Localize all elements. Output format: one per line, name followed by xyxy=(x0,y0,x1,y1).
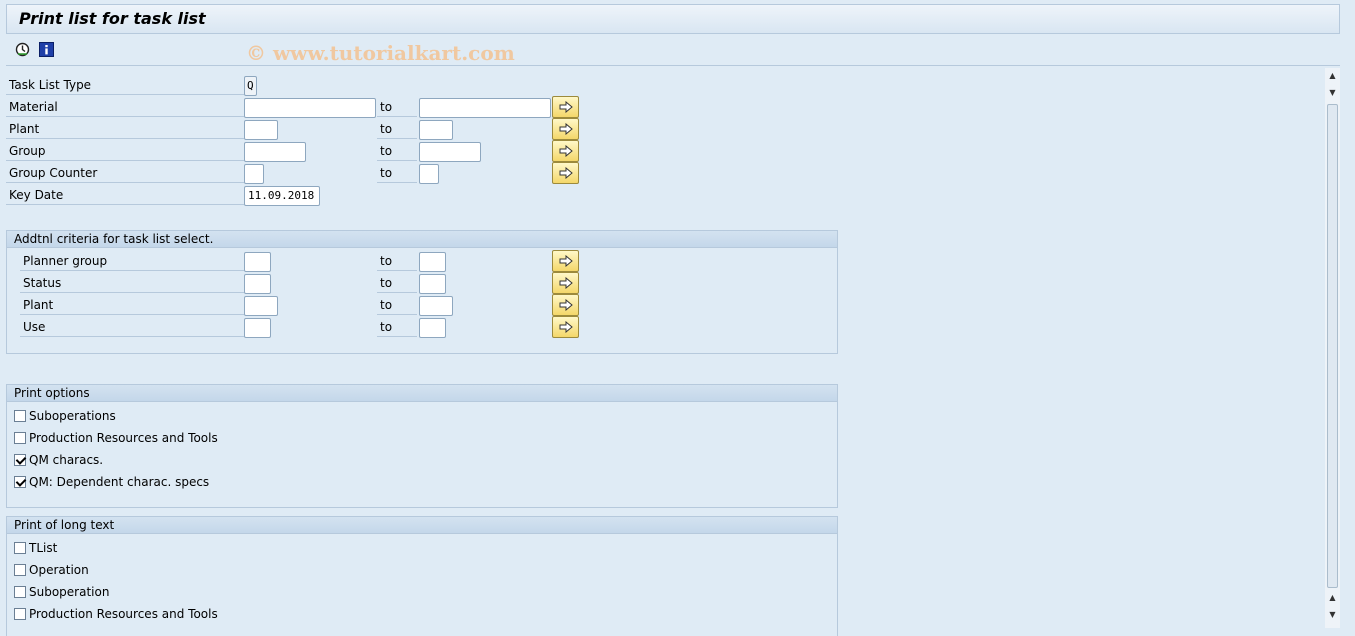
planner-group-to-field[interactable] xyxy=(419,252,446,272)
vertical-scrollbar[interactable]: ▲ ▼ ▲ ▼ xyxy=(1325,68,1340,628)
title-bar: Print list for task list xyxy=(6,4,1340,34)
task-list-type-field[interactable]: Q xyxy=(244,76,257,96)
planner-group-label: Planner group xyxy=(20,252,244,271)
group-counter-from-field[interactable] xyxy=(244,164,264,184)
arrow-right-icon xyxy=(559,101,573,113)
status-from-field[interactable] xyxy=(244,274,271,294)
group-counter-to-field[interactable] xyxy=(419,164,439,184)
arrow-right-icon xyxy=(559,277,573,289)
scroll-page-up-icon[interactable]: ▼ xyxy=(1328,88,1337,97)
qm-dependent-label: QM: Dependent charac. specs xyxy=(29,475,210,489)
qm-characs-label: QM characs. xyxy=(29,453,104,467)
long-text-prt-checkbox[interactable] xyxy=(14,608,26,620)
status-to-field[interactable] xyxy=(419,274,446,294)
print-options-title: Print options xyxy=(7,385,837,402)
plant-from-field[interactable] xyxy=(244,120,278,140)
execute-clock-icon[interactable] xyxy=(15,42,30,57)
status-multiple-selection-button[interactable] xyxy=(552,272,579,294)
scroll-page-down-icon[interactable]: ▲ xyxy=(1328,593,1337,602)
use-multiple-selection-button[interactable] xyxy=(552,316,579,338)
plant-multiple-selection-button[interactable] xyxy=(552,118,579,140)
qm-dependent-checkbox[interactable] xyxy=(14,476,26,488)
material-from-field[interactable] xyxy=(244,98,376,118)
status-to-label: to xyxy=(377,274,417,293)
scroll-down-icon[interactable]: ▼ xyxy=(1328,610,1337,619)
group-counter-label: Group Counter xyxy=(6,164,244,183)
arrow-right-icon xyxy=(559,145,573,157)
key-date-field[interactable]: 11.09.2018 xyxy=(244,186,320,206)
operation-checkbox[interactable] xyxy=(14,564,26,576)
group-multiple-selection-button[interactable] xyxy=(552,140,579,162)
planner-group-to-label: to xyxy=(377,252,417,271)
scrollbar-thumb[interactable] xyxy=(1327,104,1338,588)
addtnl-criteria-title: Addtnl criteria for task list select. xyxy=(7,231,837,248)
plant-to-label: to xyxy=(377,120,417,139)
suboperation-checkbox-row[interactable]: Suboperation xyxy=(14,582,109,602)
scroll-up-icon[interactable]: ▲ xyxy=(1328,71,1337,80)
plant-to-field[interactable] xyxy=(419,120,453,140)
arrow-right-icon xyxy=(559,167,573,179)
watermark: © www.tutorialkart.com xyxy=(246,41,515,65)
plant-label: Plant xyxy=(6,120,244,139)
group-counter-multiple-selection-button[interactable] xyxy=(552,162,579,184)
arrow-right-icon xyxy=(559,299,573,311)
addtnl-plant-to-field[interactable] xyxy=(419,296,453,316)
tlist-checkbox-row[interactable]: TList xyxy=(14,538,57,558)
planner-group-from-field[interactable] xyxy=(244,252,271,272)
use-to-field[interactable] xyxy=(419,318,446,338)
addtnl-plant-to-label: to xyxy=(377,296,417,315)
qm-characs-checkbox-row[interactable]: QM characs. xyxy=(14,450,103,470)
tlist-label: TList xyxy=(29,541,58,555)
material-label: Material xyxy=(6,98,244,117)
suboperations-label: Suboperations xyxy=(29,409,116,423)
group-counter-to-label: to xyxy=(377,164,417,183)
long-text-title: Print of long text xyxy=(7,517,837,534)
status-label: Status xyxy=(20,274,244,293)
suboperations-checkbox-row[interactable]: Suboperations xyxy=(14,406,116,426)
addtnl-plant-label: Plant xyxy=(20,296,244,315)
prt-checkbox[interactable] xyxy=(14,432,26,444)
operation-checkbox-row[interactable]: Operation xyxy=(14,560,89,580)
planner-group-multiple-selection-button[interactable] xyxy=(552,250,579,272)
suboperations-checkbox[interactable] xyxy=(14,410,26,422)
task-list-type-label: Task List Type xyxy=(6,76,244,95)
prt-checkbox-row[interactable]: Production Resources and Tools xyxy=(14,428,218,448)
arrow-right-icon xyxy=(559,123,573,135)
key-date-label: Key Date xyxy=(6,186,244,205)
arrow-right-icon xyxy=(559,321,573,333)
page-title: Print list for task list xyxy=(19,9,206,28)
arrow-right-icon xyxy=(559,255,573,267)
use-label: Use xyxy=(20,318,244,337)
prt-label: Production Resources and Tools xyxy=(29,431,218,445)
group-to-label: to xyxy=(377,142,417,161)
qm-characs-checkbox[interactable] xyxy=(14,454,26,466)
application-toolbar xyxy=(6,34,1340,66)
addtnl-plant-from-field[interactable] xyxy=(244,296,278,316)
selection-screen: Task List Type Q Material to Plant to Gr… xyxy=(0,67,1323,636)
suboperation-label: Suboperation xyxy=(29,585,110,599)
use-from-field[interactable] xyxy=(244,318,271,338)
group-label: Group xyxy=(6,142,244,161)
use-to-label: to xyxy=(377,318,417,337)
group-to-field[interactable] xyxy=(419,142,481,162)
addtnl-plant-multiple-selection-button[interactable] xyxy=(552,294,579,316)
suboperation-checkbox[interactable] xyxy=(14,586,26,598)
tlist-checkbox[interactable] xyxy=(14,542,26,554)
qm-dependent-checkbox-row[interactable]: QM: Dependent charac. specs xyxy=(14,472,209,492)
long-text-prt-label: Production Resources and Tools xyxy=(29,607,218,621)
material-to-field[interactable] xyxy=(419,98,551,118)
long-text-prt-checkbox-row[interactable]: Production Resources and Tools xyxy=(14,604,218,624)
material-to-label: to xyxy=(377,98,417,117)
operation-label: Operation xyxy=(29,563,89,577)
group-from-field[interactable] xyxy=(244,142,306,162)
info-icon[interactable] xyxy=(39,42,54,57)
material-multiple-selection-button[interactable] xyxy=(552,96,579,118)
